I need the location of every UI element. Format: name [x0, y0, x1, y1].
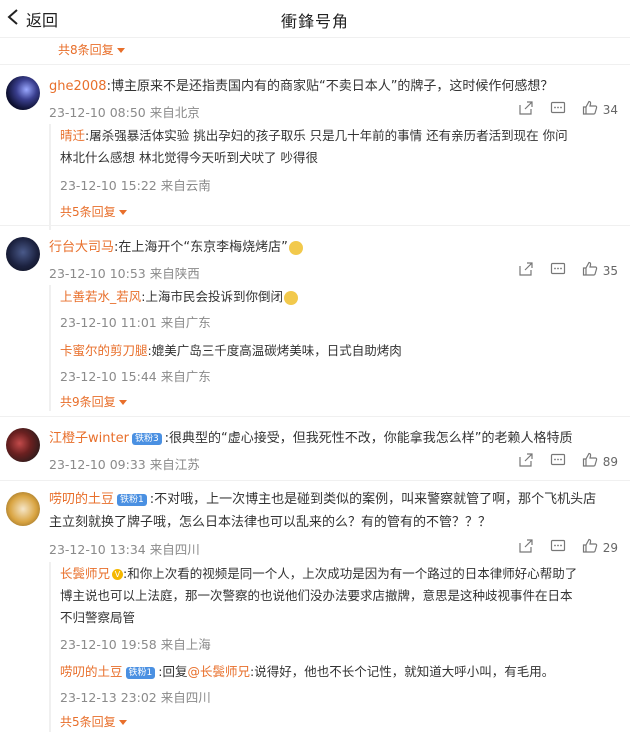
- reply-thread: 上善若水_若风:上海市民会投诉到你倒闭 23-12-10 11:01 来自广东 …: [49, 285, 619, 411]
- share-button[interactable]: [518, 538, 534, 557]
- reply-thread: 晴迁:屠杀强暴活体实验 挑出孕妇的孩子取乐 只是几十年前的事情 还有亲历者活到现…: [49, 124, 619, 230]
- vip-icon: V: [112, 569, 124, 580]
- caret-down-icon: [118, 720, 127, 725]
- more-replies-link[interactable]: 共5条回复: [60, 713, 127, 730]
- comment-actions: 89: [502, 452, 618, 471]
- comment-text: 行台大司马:在上海开个“东京李梅烧烤店”: [49, 238, 303, 258]
- comment-icon: [550, 261, 566, 280]
- reply-text: 上善若水_若风:上海市民会投诉到你倒闭: [60, 287, 298, 307]
- like-button[interactable]: 34: [582, 100, 618, 119]
- comment-meta: 23-12-10 13:34 来自四川: [49, 542, 200, 557]
- comment-item: 行台大司马:在上海开个“东京李梅烧烤店” 23-12-10 10:53 来自陕西…: [0, 225, 630, 415]
- comment-item: ghe2008:博主原来不是还指责国内有的商家贴“不卖日本人”的牌子，这时候作何…: [0, 64, 630, 238]
- username[interactable]: 卡蜜尔的剪刀腿: [60, 343, 148, 358]
- comment-actions: 29: [502, 538, 618, 557]
- reply-text: 卡蜜尔的剪刀腿:媲美广岛三千度高温碳烤美味，日式自助烤肉: [60, 343, 402, 358]
- caret-down-icon: [118, 210, 127, 215]
- comment-meta: 23-12-10 09:33 来自江苏: [49, 457, 200, 472]
- avatar[interactable]: [6, 76, 40, 110]
- reply-text-continued: 博主说也可以上法庭，那一次警察的也说他们没办法要求店撤牌，意思是这种歧视事件在日…: [60, 588, 573, 603]
- comment-text-continued: 主立刻就换了牌子哦，怎么日本法律也可以乱来的么？有的管有的不管？？？: [49, 515, 492, 530]
- emoji-icon: [288, 240, 303, 255]
- username[interactable]: 长鬓师兄: [60, 566, 110, 581]
- reply-meta: 23-12-10 19:58 来自上海: [60, 637, 211, 652]
- share-icon: [518, 538, 534, 557]
- like-button[interactable]: 35: [582, 261, 618, 280]
- comment-icon: [550, 538, 566, 557]
- comment-button[interactable]: [550, 538, 566, 557]
- like-count: 29: [602, 540, 618, 555]
- reply-text: 长鬓师兄 V:和你上次看的视频是同一个人，上次成功是因为有一个路过的日本律师好心帮…: [60, 566, 578, 581]
- username[interactable]: 江橙子winter: [49, 431, 129, 446]
- comment-button[interactable]: [550, 452, 566, 471]
- reply-meta: 23-12-13 23:02 来自四川: [60, 690, 211, 705]
- more-replies-link[interactable]: 共5条回复: [60, 203, 127, 220]
- like-button[interactable]: 89: [582, 452, 618, 471]
- share-button[interactable]: [518, 452, 534, 471]
- reply-meta: 23-12-10 11:01 来自广东: [60, 315, 211, 330]
- fan-badge: 铁粉1: [125, 666, 156, 679]
- thumbs-up-icon: [582, 538, 598, 557]
- username[interactable]: 行台大司马: [49, 240, 114, 255]
- more-replies-link[interactable]: 共8条回复: [58, 41, 125, 58]
- page-title: 衝鋒号角: [280, 12, 349, 31]
- mention-link[interactable]: @长鬓师兄: [187, 664, 250, 679]
- emoji-icon: [283, 290, 298, 305]
- comment-item: 江橙子winter 铁粉3:很典型的“虚心接受，但我死性不改，你能拿我怎么样”的老…: [0, 416, 630, 482]
- top-bar: 返回 衝鋒号角: [0, 0, 630, 38]
- like-count: 34: [602, 102, 618, 117]
- comment-button[interactable]: [550, 261, 566, 280]
- comment-actions: 34: [502, 100, 618, 119]
- comment-button[interactable]: [550, 100, 566, 119]
- comment-icon: [550, 452, 566, 471]
- like-count: 35: [602, 263, 618, 278]
- share-icon: [518, 100, 534, 119]
- fan-badge: 铁粉3: [131, 432, 162, 445]
- username[interactable]: 唠叨的土豆: [49, 492, 114, 507]
- like-button[interactable]: 29: [582, 538, 618, 557]
- comment-meta: 23-12-10 10:53 来自陕西: [49, 266, 200, 281]
- like-count: 89: [602, 454, 618, 469]
- reply-meta: 23-12-10 15:22 来自云南: [60, 178, 211, 193]
- comment-text: 唠叨的土豆 铁粉1:不对哦，上一次博主也是碰到类似的案例，叫来警察就管了啊，那个飞…: [49, 492, 597, 507]
- comment-item: 唠叨的土豆 铁粉1:不对哦，上一次博主也是碰到类似的案例，叫来警察就管了啊，那个飞…: [0, 480, 630, 746]
- comment-text: ghe2008:博主原来不是还指责国内有的商家贴“不卖日本人”的牌子，这时候作何…: [49, 79, 554, 94]
- username[interactable]: ghe2008: [49, 79, 107, 94]
- share-icon: [518, 452, 534, 471]
- username[interactable]: 唠叨的土豆: [60, 664, 123, 679]
- comment-actions: 35: [502, 261, 618, 280]
- comment-text: 江橙子winter 铁粉3:很典型的“虚心接受，但我死性不改，你能拿我怎么样”的老…: [49, 431, 573, 446]
- thumbs-up-icon: [582, 452, 598, 471]
- reply-text: 唠叨的土豆 铁粉1:回复@长鬓师兄:说得好，他也不长个记性，就知道大呼小叫，有毛用…: [60, 664, 555, 679]
- comment-icon: [550, 100, 566, 119]
- avatar[interactable]: [6, 428, 40, 462]
- caret-down-icon: [118, 400, 127, 405]
- share-icon: [518, 261, 534, 280]
- share-button[interactable]: [518, 100, 534, 119]
- caret-down-icon: [116, 48, 125, 53]
- comment-meta: 23-12-10 08:50 来自北京: [49, 105, 200, 120]
- reply-text-continued: 林北什么感想 林北觉得今天听到犬吠了 吵得很: [60, 150, 318, 165]
- fan-badge: 铁粉1: [117, 493, 147, 506]
- reply-text: 晴迁:屠杀强暴活体实验 挑出孕妇的孩子取乐 只是几十年前的事情 还有亲历者活到现…: [60, 128, 568, 143]
- share-button[interactable]: [518, 261, 534, 280]
- thumbs-up-icon: [582, 261, 598, 280]
- avatar[interactable]: [6, 492, 40, 526]
- username[interactable]: 上善若水_若风: [60, 289, 141, 304]
- reply-thread: 长鬓师兄 V:和你上次看的视频是同一个人，上次成功是因为有一个路过的日本律师好心帮…: [49, 562, 619, 732]
- thumbs-up-icon: [582, 100, 598, 119]
- avatar[interactable]: [6, 237, 40, 271]
- reply-text-continued: 不归警察局管: [60, 610, 136, 625]
- reply-meta: 23-12-10 15:44 来自广东: [60, 369, 211, 384]
- more-replies-link[interactable]: 共9条回复: [60, 393, 127, 410]
- username[interactable]: 晴迁: [60, 128, 85, 143]
